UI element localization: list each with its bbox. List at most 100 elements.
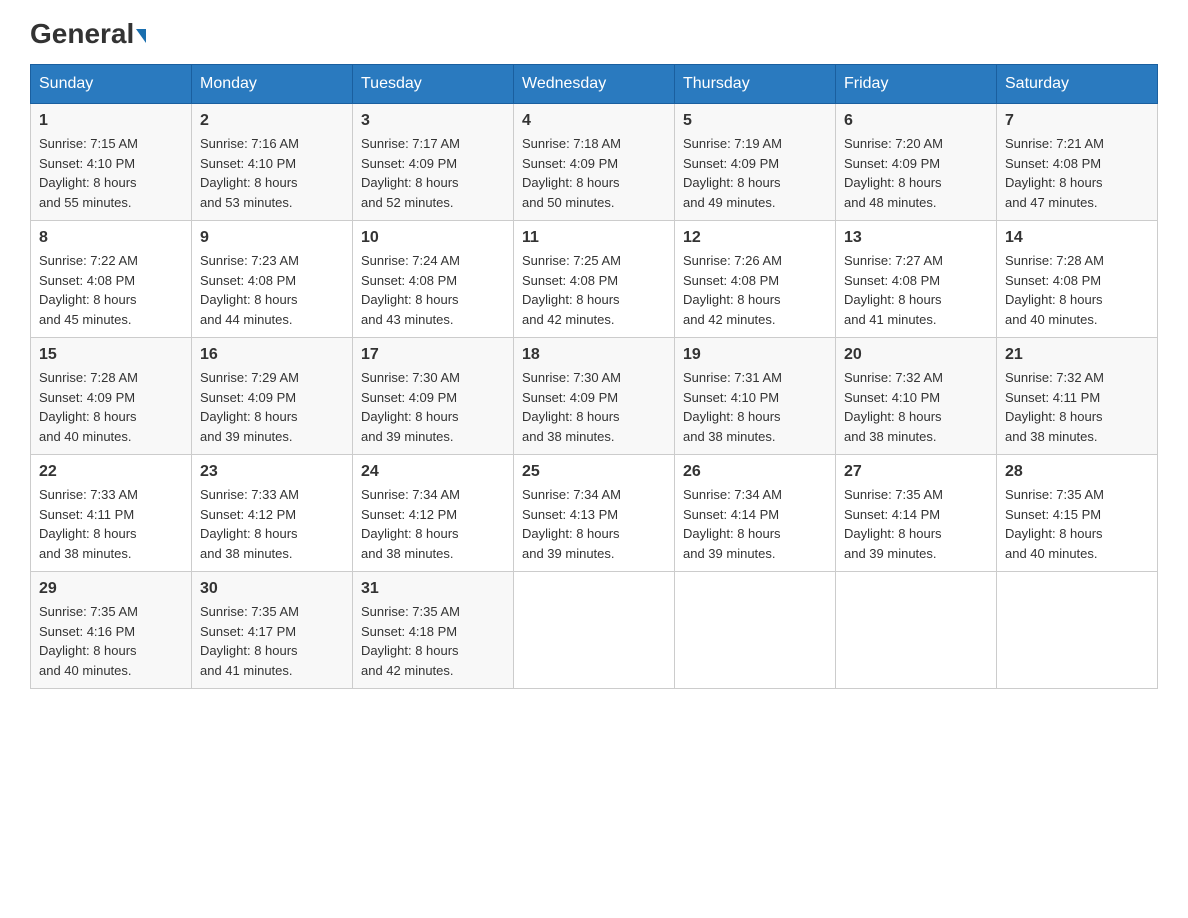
day-number: 2 xyxy=(200,112,344,130)
calendar-cell: 8 Sunrise: 7:22 AMSunset: 4:08 PMDayligh… xyxy=(31,221,192,338)
day-info: Sunrise: 7:21 AMSunset: 4:08 PMDaylight:… xyxy=(1005,136,1104,210)
calendar-cell: 19 Sunrise: 7:31 AMSunset: 4:10 PMDaylig… xyxy=(675,338,836,455)
day-number: 11 xyxy=(522,229,666,247)
calendar-cell: 26 Sunrise: 7:34 AMSunset: 4:14 PMDaylig… xyxy=(675,455,836,572)
day-number: 4 xyxy=(522,112,666,130)
calendar-cell: 31 Sunrise: 7:35 AMSunset: 4:18 PMDaylig… xyxy=(353,572,514,689)
day-info: Sunrise: 7:32 AMSunset: 4:10 PMDaylight:… xyxy=(844,370,943,444)
day-number: 10 xyxy=(361,229,505,247)
day-info: Sunrise: 7:33 AMSunset: 4:12 PMDaylight:… xyxy=(200,487,299,561)
day-info: Sunrise: 7:17 AMSunset: 4:09 PMDaylight:… xyxy=(361,136,460,210)
day-number: 23 xyxy=(200,463,344,481)
logo: General xyxy=(30,20,146,44)
calendar-cell: 15 Sunrise: 7:28 AMSunset: 4:09 PMDaylig… xyxy=(31,338,192,455)
day-number: 9 xyxy=(200,229,344,247)
day-number: 16 xyxy=(200,346,344,364)
calendar-table: SundayMondayTuesdayWednesdayThursdayFrid… xyxy=(30,64,1158,689)
day-number: 5 xyxy=(683,112,827,130)
day-info: Sunrise: 7:29 AMSunset: 4:09 PMDaylight:… xyxy=(200,370,299,444)
header-friday: Friday xyxy=(836,65,997,104)
calendar-cell: 6 Sunrise: 7:20 AMSunset: 4:09 PMDayligh… xyxy=(836,104,997,221)
header-saturday: Saturday xyxy=(997,65,1158,104)
day-number: 26 xyxy=(683,463,827,481)
calendar-week-1: 1 Sunrise: 7:15 AMSunset: 4:10 PMDayligh… xyxy=(31,104,1158,221)
calendar-week-3: 15 Sunrise: 7:28 AMSunset: 4:09 PMDaylig… xyxy=(31,338,1158,455)
calendar-cell: 29 Sunrise: 7:35 AMSunset: 4:16 PMDaylig… xyxy=(31,572,192,689)
calendar-cell: 30 Sunrise: 7:35 AMSunset: 4:17 PMDaylig… xyxy=(192,572,353,689)
calendar-cell: 16 Sunrise: 7:29 AMSunset: 4:09 PMDaylig… xyxy=(192,338,353,455)
day-number: 18 xyxy=(522,346,666,364)
calendar-header-row: SundayMondayTuesdayWednesdayThursdayFrid… xyxy=(31,65,1158,104)
day-info: Sunrise: 7:34 AMSunset: 4:12 PMDaylight:… xyxy=(361,487,460,561)
calendar-cell: 22 Sunrise: 7:33 AMSunset: 4:11 PMDaylig… xyxy=(31,455,192,572)
calendar-cell: 4 Sunrise: 7:18 AMSunset: 4:09 PMDayligh… xyxy=(514,104,675,221)
calendar-cell: 12 Sunrise: 7:26 AMSunset: 4:08 PMDaylig… xyxy=(675,221,836,338)
day-number: 12 xyxy=(683,229,827,247)
calendar-cell xyxy=(514,572,675,689)
day-number: 22 xyxy=(39,463,183,481)
calendar-cell: 9 Sunrise: 7:23 AMSunset: 4:08 PMDayligh… xyxy=(192,221,353,338)
calendar-cell xyxy=(836,572,997,689)
day-info: Sunrise: 7:16 AMSunset: 4:10 PMDaylight:… xyxy=(200,136,299,210)
day-info: Sunrise: 7:18 AMSunset: 4:09 PMDaylight:… xyxy=(522,136,621,210)
day-info: Sunrise: 7:23 AMSunset: 4:08 PMDaylight:… xyxy=(200,253,299,327)
calendar-cell: 7 Sunrise: 7:21 AMSunset: 4:08 PMDayligh… xyxy=(997,104,1158,221)
day-info: Sunrise: 7:34 AMSunset: 4:13 PMDaylight:… xyxy=(522,487,621,561)
day-number: 17 xyxy=(361,346,505,364)
calendar-cell: 5 Sunrise: 7:19 AMSunset: 4:09 PMDayligh… xyxy=(675,104,836,221)
day-info: Sunrise: 7:22 AMSunset: 4:08 PMDaylight:… xyxy=(39,253,138,327)
day-info: Sunrise: 7:19 AMSunset: 4:09 PMDaylight:… xyxy=(683,136,782,210)
day-number: 6 xyxy=(844,112,988,130)
day-number: 21 xyxy=(1005,346,1149,364)
header-wednesday: Wednesday xyxy=(514,65,675,104)
calendar-cell: 18 Sunrise: 7:30 AMSunset: 4:09 PMDaylig… xyxy=(514,338,675,455)
day-info: Sunrise: 7:30 AMSunset: 4:09 PMDaylight:… xyxy=(522,370,621,444)
day-info: Sunrise: 7:35 AMSunset: 4:14 PMDaylight:… xyxy=(844,487,943,561)
day-info: Sunrise: 7:35 AMSunset: 4:16 PMDaylight:… xyxy=(39,604,138,678)
day-number: 14 xyxy=(1005,229,1149,247)
calendar-cell: 27 Sunrise: 7:35 AMSunset: 4:14 PMDaylig… xyxy=(836,455,997,572)
day-info: Sunrise: 7:28 AMSunset: 4:08 PMDaylight:… xyxy=(1005,253,1104,327)
calendar-cell: 14 Sunrise: 7:28 AMSunset: 4:08 PMDaylig… xyxy=(997,221,1158,338)
day-number: 8 xyxy=(39,229,183,247)
logo-triangle-icon xyxy=(136,29,146,43)
day-number: 24 xyxy=(361,463,505,481)
header-sunday: Sunday xyxy=(31,65,192,104)
header-monday: Monday xyxy=(192,65,353,104)
calendar-week-4: 22 Sunrise: 7:33 AMSunset: 4:11 PMDaylig… xyxy=(31,455,1158,572)
day-info: Sunrise: 7:25 AMSunset: 4:08 PMDaylight:… xyxy=(522,253,621,327)
calendar-cell: 13 Sunrise: 7:27 AMSunset: 4:08 PMDaylig… xyxy=(836,221,997,338)
calendar-cell: 3 Sunrise: 7:17 AMSunset: 4:09 PMDayligh… xyxy=(353,104,514,221)
calendar-cell: 11 Sunrise: 7:25 AMSunset: 4:08 PMDaylig… xyxy=(514,221,675,338)
day-number: 13 xyxy=(844,229,988,247)
day-info: Sunrise: 7:35 AMSunset: 4:15 PMDaylight:… xyxy=(1005,487,1104,561)
day-number: 7 xyxy=(1005,112,1149,130)
calendar-cell: 24 Sunrise: 7:34 AMSunset: 4:12 PMDaylig… xyxy=(353,455,514,572)
day-info: Sunrise: 7:33 AMSunset: 4:11 PMDaylight:… xyxy=(39,487,138,561)
day-number: 1 xyxy=(39,112,183,130)
day-info: Sunrise: 7:28 AMSunset: 4:09 PMDaylight:… xyxy=(39,370,138,444)
day-info: Sunrise: 7:31 AMSunset: 4:10 PMDaylight:… xyxy=(683,370,782,444)
calendar-cell xyxy=(675,572,836,689)
calendar-cell: 28 Sunrise: 7:35 AMSunset: 4:15 PMDaylig… xyxy=(997,455,1158,572)
day-number: 25 xyxy=(522,463,666,481)
day-info: Sunrise: 7:26 AMSunset: 4:08 PMDaylight:… xyxy=(683,253,782,327)
day-info: Sunrise: 7:27 AMSunset: 4:08 PMDaylight:… xyxy=(844,253,943,327)
calendar-week-5: 29 Sunrise: 7:35 AMSunset: 4:16 PMDaylig… xyxy=(31,572,1158,689)
day-info: Sunrise: 7:24 AMSunset: 4:08 PMDaylight:… xyxy=(361,253,460,327)
calendar-cell: 21 Sunrise: 7:32 AMSunset: 4:11 PMDaylig… xyxy=(997,338,1158,455)
logo-general: General xyxy=(30,20,146,48)
day-number: 31 xyxy=(361,580,505,598)
day-info: Sunrise: 7:30 AMSunset: 4:09 PMDaylight:… xyxy=(361,370,460,444)
day-info: Sunrise: 7:34 AMSunset: 4:14 PMDaylight:… xyxy=(683,487,782,561)
day-number: 28 xyxy=(1005,463,1149,481)
day-info: Sunrise: 7:35 AMSunset: 4:17 PMDaylight:… xyxy=(200,604,299,678)
calendar-cell xyxy=(997,572,1158,689)
header-thursday: Thursday xyxy=(675,65,836,104)
calendar-cell: 25 Sunrise: 7:34 AMSunset: 4:13 PMDaylig… xyxy=(514,455,675,572)
calendar-cell: 20 Sunrise: 7:32 AMSunset: 4:10 PMDaylig… xyxy=(836,338,997,455)
day-info: Sunrise: 7:35 AMSunset: 4:18 PMDaylight:… xyxy=(361,604,460,678)
day-number: 15 xyxy=(39,346,183,364)
day-info: Sunrise: 7:32 AMSunset: 4:11 PMDaylight:… xyxy=(1005,370,1104,444)
calendar-cell: 1 Sunrise: 7:15 AMSunset: 4:10 PMDayligh… xyxy=(31,104,192,221)
